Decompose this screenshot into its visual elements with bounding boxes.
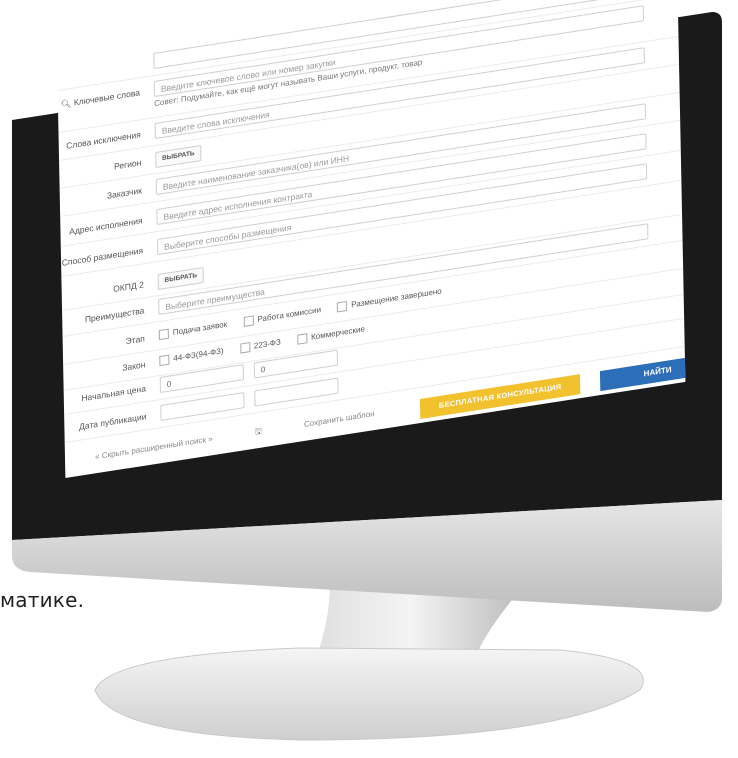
checkbox-icon[interactable] [243,315,254,328]
method-label: Способ размещения [61,245,144,268]
stand-base [94,647,644,741]
checkbox-icon[interactable] [159,354,170,367]
region-select-button[interactable]: ВЫБРАТЬ [155,144,202,169]
okpd-select-button[interactable]: ВЫБРАТЬ [157,266,204,291]
caption-text: матике. [0,588,85,612]
search-form: 🔍︎ Ключевые слова Введите ключевое слово… [57,0,686,478]
search-icon: 🔍︎ [60,97,74,110]
screen: 🔍︎ Ключевые слова Введите ключевое слово… [57,0,686,478]
keywords-label: 🔍︎ Ключевые слова [60,87,141,110]
save-icon: 🖫 [254,426,265,437]
checkbox-icon[interactable] [158,328,169,341]
find-button[interactable]: НАЙТИ [599,353,686,392]
law-label: Закон [122,359,146,373]
price-label: Начальная цена [81,383,146,404]
stage-label: Этап [125,333,145,347]
stage-option-commission[interactable]: Работа комиссии [243,305,321,328]
checkbox-icon[interactable] [239,342,250,354]
law-option-44fz[interactable]: 44-ФЗ(94-ФЗ) [159,346,224,367]
exclusions-label: Слова исключения [66,129,141,151]
region-label: Регион [113,157,142,172]
stage-option-submission[interactable]: Подача заявок [158,320,228,341]
checkbox-icon[interactable] [337,300,348,313]
law-option-commercial[interactable]: Коммерческие [296,324,365,345]
hide-advanced-search-link[interactable]: « Скрыть расширенный поиск » [95,434,213,461]
checkbox-icon[interactable] [296,333,308,345]
advantages-label: Преимущества [84,305,145,325]
address-label: Адрес исполнения [69,215,143,237]
customer-label: Заказчик [106,185,142,201]
law-option-223fz[interactable]: 223-ФЗ [239,337,281,354]
date-label: Дата публикации [78,411,147,432]
okpd-label: ОКПД 2 [113,279,144,295]
